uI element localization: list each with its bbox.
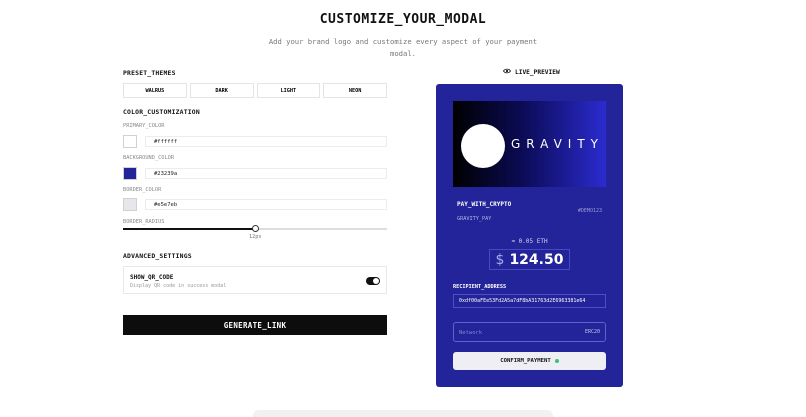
merchant-name: GRAVITY_PAY (457, 216, 492, 222)
payment-id: #DEMO123 (577, 208, 602, 214)
payment-modal-preview: GRAVITY PAY_WITH_CRYPTO #DEMO123 GRAVITY… (436, 84, 623, 387)
border-radius-value: 12px (249, 234, 262, 240)
confirm-payment-button[interactable]: CONFIRM_PAYMENT (453, 352, 606, 370)
color-customization-heading: COLOR_CUSTOMIZATION (123, 108, 200, 116)
border-color-swatch[interactable] (123, 198, 137, 211)
qr-setting-description: Display QR code in success modal (130, 283, 227, 289)
network-tag: ERC20 (584, 329, 600, 335)
preset-themes-heading: PRESET_THEMES (123, 69, 176, 77)
border-color-row: #e5e7eb (123, 198, 387, 211)
page-title: CUSTOMIZE_YOUR_MODAL (319, 12, 487, 27)
qr-setting-title: SHOW_QR_CODE (130, 274, 174, 281)
logo-circle-icon (461, 124, 505, 168)
amount-value: 124.50 (509, 251, 564, 268)
border-radius-label: BORDER_RADIUS (123, 219, 165, 225)
recipient-address-field[interactable]: 0xdf00aFEe53Fd2A5a7dF8bA31763d2E6963381e… (453, 294, 606, 308)
primary-color-row: #ffffff (123, 135, 387, 148)
background-color-label: BACKGROUND_COLOR (123, 155, 175, 161)
qr-setting-card: SHOW_QR_CODE Display QR code in success … (123, 266, 387, 294)
border-color-input[interactable]: #e5e7eb (145, 199, 387, 210)
primary-color-input[interactable]: #ffffff (145, 136, 387, 147)
theme-selector: WALRUS DARK LIGHT NEON (123, 83, 387, 98)
slider-fill (123, 228, 255, 230)
border-color-label: BORDER_COLOR (123, 187, 162, 193)
theme-dark-button[interactable]: DARK (189, 83, 254, 98)
eye-icon (503, 68, 511, 76)
bottom-edge-panel (253, 410, 553, 417)
live-preview-heading: LIVE_PREVIEW (503, 68, 560, 76)
primary-color-label: PRIMARY_COLOR (123, 123, 165, 129)
qr-toggle[interactable] (366, 277, 380, 285)
background-color-swatch[interactable] (123, 167, 137, 180)
eth-equivalent: ≈ 0.05 ETH (511, 238, 548, 245)
network-select[interactable]: Network ERC20 (453, 322, 606, 342)
brand-banner: GRAVITY (453, 101, 606, 187)
slider-thumb[interactable] (252, 225, 259, 232)
status-dot-icon (554, 359, 559, 363)
border-radius-slider[interactable] (123, 225, 387, 232)
generate-link-button[interactable]: GENERATE_LINK (123, 315, 387, 335)
currency-symbol: $ (495, 251, 505, 268)
theme-walrus-button[interactable]: WALRUS (123, 83, 187, 98)
background-color-input[interactable]: #23239a (145, 168, 387, 179)
background-color-row: #23239a (123, 167, 387, 180)
primary-color-swatch[interactable] (123, 135, 137, 148)
amount-display: $ 124.50 (489, 249, 570, 270)
network-placeholder: Network (459, 330, 483, 336)
confirm-payment-label: CONFIRM_PAYMENT (500, 358, 551, 364)
toggle-knob (373, 278, 379, 284)
brand-logo-text: GRAVITY (511, 137, 604, 151)
page-subtitle: Add your brand logo and customize every … (268, 37, 538, 58)
theme-neon-button[interactable]: NEON (323, 83, 387, 98)
pay-title: PAY_WITH_CRYPTO (457, 201, 512, 208)
advanced-settings-heading: ADVANCED_SETTINGS (123, 252, 192, 260)
live-preview-label: LIVE_PREVIEW (515, 68, 560, 76)
theme-light-button[interactable]: LIGHT (256, 83, 321, 98)
recipient-label: RECIPIENT_ADDRESS (453, 284, 507, 290)
